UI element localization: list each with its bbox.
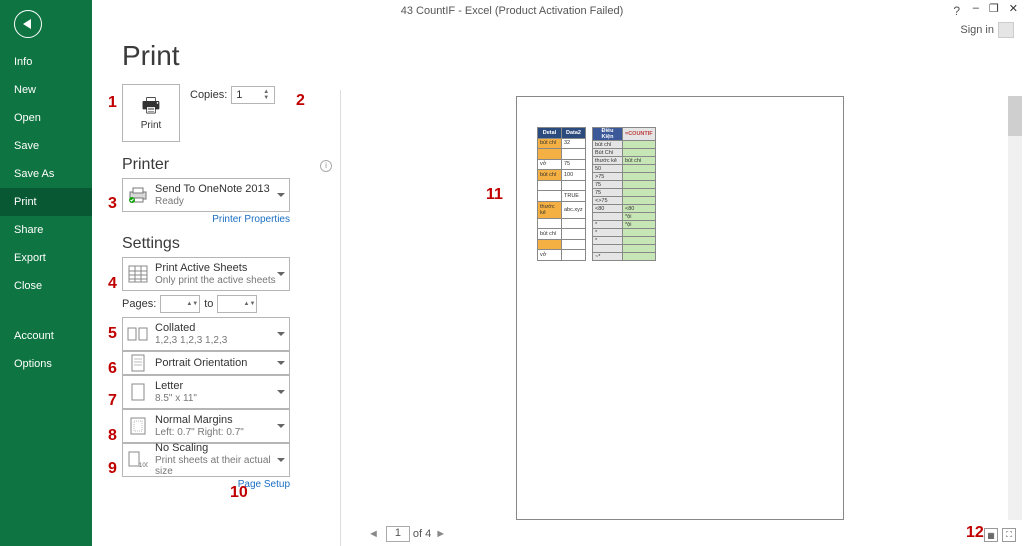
preview-table-2: Điều Kiện=COUNTIF bút chìBút Chìthước kẻ… [592,127,656,261]
sidebar-item-account[interactable]: Account [0,322,92,350]
print-preview-page: DetalData2 bút chì32vở75bút chì100TRUEth… [516,96,844,520]
scaling-dropdown[interactable]: 100 No Scaling Print sheets at their act… [122,443,290,477]
print-button[interactable]: 🖶 Print [122,84,180,142]
callout-7: 7 [108,392,117,410]
printer-info-icon[interactable]: i [320,160,332,172]
print-button-label: Print [141,120,162,131]
pages-label: Pages: [122,298,156,310]
page-size-icon [127,381,149,403]
printer-heading: Printer i [122,156,332,174]
printer-name: Send To OneNote 2013 [155,183,270,196]
chevron-down-icon [277,272,285,276]
page-next-button[interactable]: ► [431,528,450,540]
page-total-label: of 4 [413,528,431,540]
sidebar-item-save[interactable]: Save [0,132,92,160]
printer-device-icon [127,184,149,206]
chevron-down-icon [277,458,285,462]
chevron-down-icon [277,424,285,428]
printer-status: Ready [155,196,270,208]
window-restore[interactable]: ❐ [989,2,999,15]
signin-link[interactable]: Sign in [960,24,994,36]
printer-dropdown[interactable]: Send To OneNote 2013 Ready [122,178,290,212]
collate-icon [127,323,149,345]
callout-3: 3 [108,195,117,213]
backstage-sidebar: InfoNewOpenSaveSave AsPrintShareExportCl… [0,0,92,546]
sidebar-item-print[interactable]: Print [0,188,92,216]
window-close[interactable]: ✕ [1009,2,1018,15]
printer-properties-link[interactable]: Printer Properties [122,214,290,225]
back-arrow-icon [23,19,31,29]
print-what-dropdown[interactable]: Print Active Sheets Only print the activ… [122,257,290,291]
window-minimize[interactable]: – [973,2,979,15]
settings-heading: Settings [122,235,332,253]
sidebar-item-info[interactable]: Info [0,48,92,76]
pages-from-input[interactable]: ▲▼ [160,295,200,313]
sidebar-item-options[interactable]: Options [0,350,92,378]
callout-6: 6 [108,360,117,378]
callout-2: 2 [296,92,305,110]
sidebar-item-save-as[interactable]: Save As [0,160,92,188]
callout-4: 4 [108,275,117,293]
sidebar-item-close[interactable]: Close [0,272,92,300]
portrait-icon [127,352,149,374]
page-number-input[interactable]: 1 [386,526,410,542]
pages-to-input[interactable]: ▲▼ [217,295,257,313]
sidebar-item-share[interactable]: Share [0,216,92,244]
chevron-down-icon [277,332,285,336]
preview-scrollbar[interactable] [1008,96,1022,520]
pages-to-label: to [204,298,213,310]
chevron-down-icon [277,361,285,365]
chevron-down-icon [277,390,285,394]
svg-text:100: 100 [139,463,148,469]
printer-icon: 🖶 [142,96,161,116]
sheets-icon [127,263,149,285]
sidebar-item-export[interactable]: Export [0,244,92,272]
copies-value: 1 [236,89,242,101]
paper-size-dropdown[interactable]: Letter 8.5" x 11" [122,375,290,409]
orientation-dropdown[interactable]: Portrait Orientation [122,351,290,375]
avatar-icon[interactable] [998,22,1014,38]
zoom-to-page-button[interactable]: ⛶ [1002,528,1016,542]
chevron-down-icon [277,193,285,197]
help-icon[interactable]: ? [953,4,960,18]
copies-input[interactable]: 1 ▲▼ [231,86,275,104]
sidebar-item-new[interactable]: New [0,76,92,104]
margins-icon [127,415,149,437]
page-title: Print [122,40,332,72]
back-button[interactable] [14,10,42,38]
page-setup-link[interactable]: Page Setup [122,479,290,490]
scaling-icon: 100 [127,449,149,471]
callout-5: 5 [108,325,117,343]
preview-table-1: DetalData2 bút chì32vở75bút chì100TRUEth… [537,127,586,261]
margins-dropdown[interactable]: Normal Margins Left: 0.7" Right: 0.7" [122,409,290,443]
sidebar-item-open[interactable]: Open [0,104,92,132]
callout-1: 1 [108,94,117,112]
collate-dropdown[interactable]: Collated 1,2,3 1,2,3 1,2,3 [122,317,290,351]
page-prev-button[interactable]: ◄ [364,528,383,540]
callout-9: 9 [108,460,117,478]
callout-10: 10 [230,484,248,502]
copies-label: Copies: [190,89,227,101]
callout-8: 8 [108,427,117,445]
window-title: 43 CountIF - Excel (Product Activation F… [401,5,624,17]
show-margins-button[interactable]: ▦ [984,528,998,542]
